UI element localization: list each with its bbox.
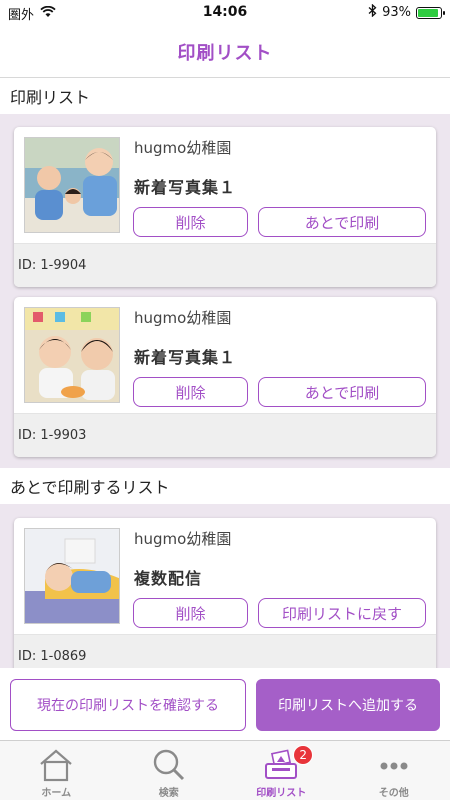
tab-print-list[interactable]: 2 印刷リスト	[225, 741, 338, 800]
search-icon	[151, 747, 187, 783]
card-id: ID: 1-9904	[14, 243, 436, 287]
card-body: hugmo幼稚園 新着写真集１ 削除 あとで印刷	[14, 297, 436, 413]
tab-label: その他	[378, 788, 409, 799]
school-name: hugmo幼稚園	[134, 530, 232, 548]
battery-percent: 93%	[382, 5, 411, 20]
tab-label: ホーム	[41, 788, 72, 799]
print-list-icon: 2	[263, 745, 314, 783]
child-sleeping-photo[interactable]	[24, 528, 120, 624]
return-to-print-list-button[interactable]: 印刷リストに戻す	[258, 598, 426, 628]
more-icon	[376, 747, 412, 783]
battery-icon	[416, 6, 445, 19]
tab-label: 印刷リスト	[256, 788, 307, 799]
status-right: 93%	[368, 3, 445, 21]
album-title: 新着写真集１	[134, 178, 237, 197]
delete-button[interactable]: 削除	[133, 598, 248, 628]
tab-badge: 2	[293, 745, 314, 765]
confirm-print-list-button[interactable]: 現在の印刷リストを確認する	[10, 679, 246, 731]
battery-fill	[418, 8, 439, 17]
home-icon	[38, 747, 74, 783]
section-header-print-list: 印刷リスト	[0, 78, 450, 114]
kids-classroom-photo[interactable]	[24, 137, 120, 233]
bluetooth-icon	[368, 3, 377, 21]
tab-label: 検索	[158, 788, 179, 799]
delete-button[interactable]: 削除	[133, 207, 248, 237]
school-name: hugmo幼稚園	[134, 139, 232, 157]
delete-button[interactable]: 削除	[133, 377, 248, 407]
school-name: hugmo幼稚園	[134, 309, 232, 327]
card-body: hugmo幼稚園 複数配信 削除 印刷リストに戻す	[14, 518, 436, 634]
print-item-card[interactable]: hugmo幼稚園 新着写真集１ 削除 あとで印刷 ID: 1-9903	[14, 297, 436, 457]
add-to-print-list-button[interactable]: 印刷リストへ追加する	[256, 679, 440, 731]
print-later-button[interactable]: あとで印刷	[258, 207, 426, 237]
page-title: 印刷リスト	[177, 42, 273, 64]
album-title: 新着写真集１	[134, 348, 237, 367]
section-header-later-list: あとで印刷するリスト	[0, 468, 450, 504]
navigation-bar: 印刷リスト	[0, 26, 450, 78]
tab-bar: ホーム 検索 2 印刷リスト その他	[0, 740, 450, 800]
card-body: hugmo幼稚園 新着写真集１ 削除 あとで印刷	[14, 127, 436, 243]
tab-more[interactable]: その他	[338, 741, 450, 800]
print-item-card[interactable]: hugmo幼稚園 新着写真集１ 削除 あとで印刷 ID: 1-9904	[14, 127, 436, 287]
bottom-actions: 現在の印刷リストを確認する 印刷リストへ追加する	[0, 668, 450, 740]
album-title: 複数配信	[134, 569, 203, 588]
tab-home[interactable]: ホーム	[0, 741, 113, 800]
later-item-card[interactable]: hugmo幼稚園 複数配信 削除 印刷リストに戻す ID: 1-0869	[14, 518, 436, 678]
card-id: ID: 1-9903	[14, 413, 436, 457]
kids-lunch-photo[interactable]	[24, 307, 120, 403]
print-later-button[interactable]: あとで印刷	[258, 377, 426, 407]
tab-search[interactable]: 検索	[113, 741, 226, 800]
status-bar: 圏外 14:06 93%	[0, 0, 450, 26]
